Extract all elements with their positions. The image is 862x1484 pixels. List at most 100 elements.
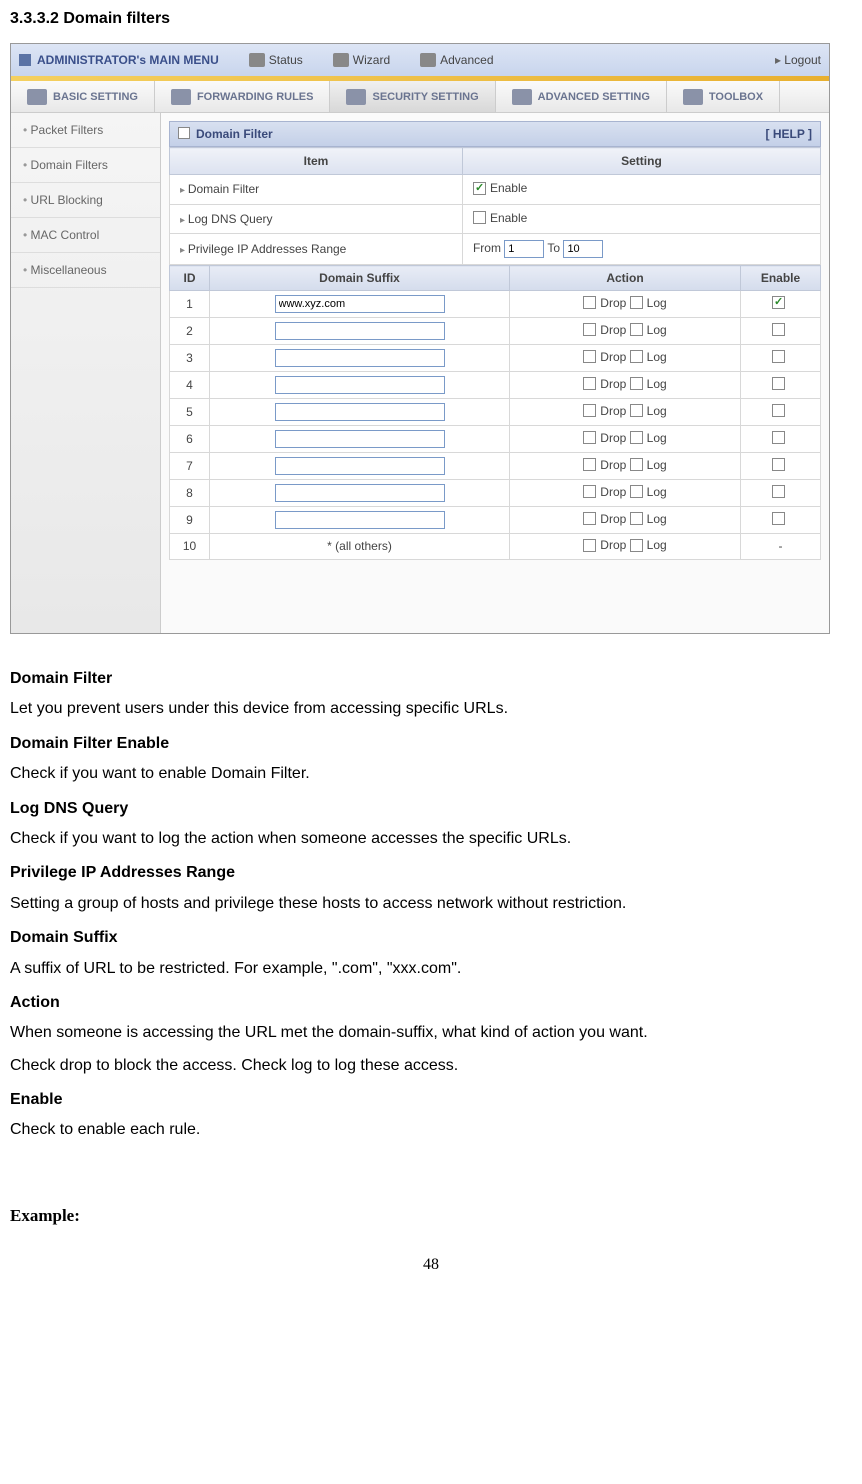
enable-checkbox-7[interactable] xyxy=(772,458,785,471)
log-checkbox-2[interactable] xyxy=(630,323,643,336)
from-label: From xyxy=(473,241,501,255)
log-checkbox-8[interactable] xyxy=(630,485,643,498)
panel-square-icon xyxy=(178,127,190,139)
setting-cell-privilege-ip: From To xyxy=(462,234,820,265)
log-checkbox-4[interactable] xyxy=(630,377,643,390)
top-menu-status[interactable]: Status xyxy=(249,53,303,67)
log-label: Log xyxy=(647,404,667,418)
log-checkbox-3[interactable] xyxy=(630,350,643,363)
log-checkbox-7[interactable] xyxy=(630,458,643,471)
sidebar-miscellaneous[interactable]: Miscellaneous xyxy=(11,253,160,288)
domain-suffix-input-7[interactable] xyxy=(275,457,445,475)
row-id: 6 xyxy=(170,426,210,453)
domain-filter-enable-checkbox[interactable] xyxy=(473,182,486,195)
top-menu-wizard[interactable]: Wizard xyxy=(333,53,390,67)
submenu-basic-setting[interactable]: BASIC SETTING xyxy=(11,81,155,112)
domain-suffix-input-5[interactable] xyxy=(275,403,445,421)
log-checkbox-10[interactable] xyxy=(630,539,643,552)
logout-link[interactable]: Logout xyxy=(775,53,821,67)
advanced-setting-icon xyxy=(512,89,532,105)
drop-checkbox-5[interactable] xyxy=(583,404,596,417)
domain-suffix-input-4[interactable] xyxy=(275,376,445,394)
help-link[interactable]: [ HELP ] xyxy=(766,127,812,141)
enable-checkbox-6[interactable] xyxy=(772,431,785,444)
row-id: 9 xyxy=(170,507,210,534)
privilege-from-input[interactable] xyxy=(504,240,544,258)
log-checkbox-1[interactable] xyxy=(630,296,643,309)
col-head-item: Item xyxy=(170,148,463,175)
row-id: 2 xyxy=(170,318,210,345)
sidebar-mac-control[interactable]: MAC Control xyxy=(11,218,160,253)
all-others-cell: * (all others) xyxy=(210,534,510,560)
log-dns-enable-checkbox[interactable] xyxy=(473,211,486,224)
table-row: 5 Drop Log xyxy=(170,399,821,426)
enable-checkbox-3[interactable] xyxy=(772,350,785,363)
drop-label: Drop xyxy=(600,458,626,472)
drop-checkbox-2[interactable] xyxy=(583,323,596,336)
drop-label: Drop xyxy=(600,377,626,391)
row-id: 8 xyxy=(170,480,210,507)
privilege-to-input[interactable] xyxy=(563,240,603,258)
term-domain-filter: Domain Filter xyxy=(10,664,852,694)
row-id: 3 xyxy=(170,345,210,372)
security-label: SECURITY SETTING xyxy=(372,91,478,103)
drop-checkbox-9[interactable] xyxy=(583,512,596,525)
enable-checkbox-5[interactable] xyxy=(772,404,785,417)
drop-label: Drop xyxy=(600,512,626,526)
drop-label: Drop xyxy=(600,404,626,418)
row-id: 5 xyxy=(170,399,210,426)
sidebar-packet-filters[interactable]: Packet Filters xyxy=(11,113,160,148)
domain-suffix-input-6[interactable] xyxy=(275,430,445,448)
drop-checkbox-7[interactable] xyxy=(583,458,596,471)
enable-checkbox-1[interactable] xyxy=(772,296,785,309)
term-privilege-ip: Privilege IP Addresses Range xyxy=(10,858,852,888)
enable-checkbox-9[interactable] xyxy=(772,512,785,525)
domain-suffix-input-2[interactable] xyxy=(275,322,445,340)
drop-checkbox-3[interactable] xyxy=(583,350,596,363)
submenu-advanced-setting[interactable]: ADVANCED SETTING xyxy=(496,81,667,112)
setting-row-domain-filter: Domain Filter xyxy=(170,175,463,205)
panel-title: Domain Filter xyxy=(196,127,273,141)
filter-table: ID Domain Suffix Action Enable 1 Drop Lo… xyxy=(169,265,821,560)
log-checkbox-6[interactable] xyxy=(630,431,643,444)
table-row: 10 * (all others) Drop Log - xyxy=(170,534,821,560)
drop-checkbox-6[interactable] xyxy=(583,431,596,444)
basic-setting-label: BASIC SETTING xyxy=(53,91,138,103)
menu-square-icon xyxy=(19,54,31,66)
term-enable: Enable xyxy=(10,1085,852,1115)
table-row: 6 Drop Log xyxy=(170,426,821,453)
enable-checkbox-2[interactable] xyxy=(772,323,785,336)
log-checkbox-9[interactable] xyxy=(630,512,643,525)
domain-suffix-input-1[interactable] xyxy=(275,295,445,313)
example-heading: Example: xyxy=(10,1206,852,1226)
log-label: Log xyxy=(647,377,667,391)
enable-checkbox-8[interactable] xyxy=(772,485,785,498)
status-label: Status xyxy=(269,53,303,67)
domain-suffix-input-9[interactable] xyxy=(275,511,445,529)
sidebar-domain-filters[interactable]: Domain Filters xyxy=(11,148,160,183)
drop-label: Drop xyxy=(600,350,626,364)
drop-checkbox-4[interactable] xyxy=(583,377,596,390)
drop-checkbox-8[interactable] xyxy=(583,485,596,498)
enable-checkbox-4[interactable] xyxy=(772,377,785,390)
submenu-toolbox[interactable]: TOOLBOX xyxy=(667,81,780,112)
table-row: 2 Drop Log xyxy=(170,318,821,345)
top-menu-advanced[interactable]: Advanced xyxy=(420,53,493,67)
log-label: Log xyxy=(647,431,667,445)
term-domain-filter-enable: Domain Filter Enable xyxy=(10,729,852,759)
submenu-security-setting[interactable]: SECURITY SETTING xyxy=(330,81,495,112)
toolbox-label: TOOLBOX xyxy=(709,91,763,103)
drop-checkbox-10[interactable] xyxy=(583,539,596,552)
setting-row-log-dns: Log DNS Query xyxy=(170,204,463,234)
domain-suffix-input-3[interactable] xyxy=(275,349,445,367)
enable-label-1: Enable xyxy=(490,181,527,195)
domain-suffix-input-8[interactable] xyxy=(275,484,445,502)
drop-label: Drop xyxy=(600,431,626,445)
term-log-dns: Log DNS Query xyxy=(10,794,852,824)
log-label: Log xyxy=(647,323,667,337)
sidebar-url-blocking[interactable]: URL Blocking xyxy=(11,183,160,218)
submenu-forwarding-rules[interactable]: FORWARDING RULES xyxy=(155,81,331,112)
log-checkbox-5[interactable] xyxy=(630,404,643,417)
col-head-id: ID xyxy=(170,266,210,291)
drop-checkbox-1[interactable] xyxy=(583,296,596,309)
